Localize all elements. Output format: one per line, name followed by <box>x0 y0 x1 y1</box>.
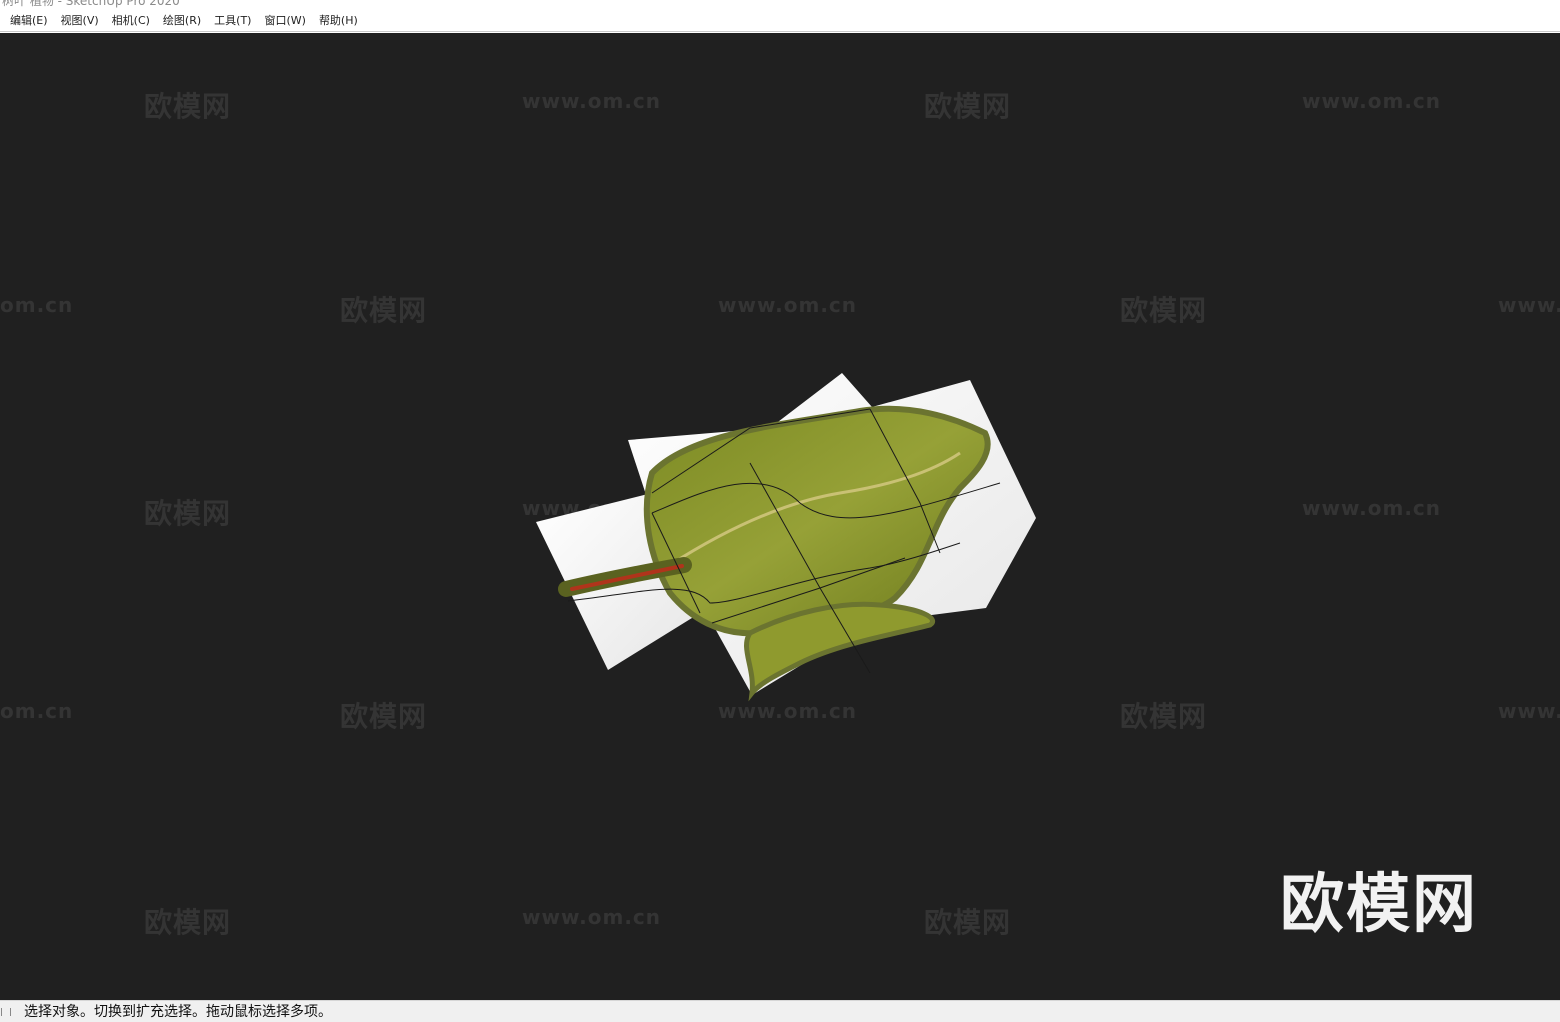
menu-camera[interactable]: 相机(C) <box>106 10 157 32</box>
status-bar: 选择对象。切换到扩充选择。拖动鼠标选择多项。 <box>0 1000 1560 1022</box>
status-indicator-icon <box>1 1007 4 1016</box>
status-separator-icon <box>10 1007 13 1016</box>
3d-viewport[interactable]: 欧模网 www.om.cn 欧模网 www.om.cn om.cn 欧模网 ww… <box>0 33 1560 1000</box>
menu-view[interactable]: 视图(V) <box>55 10 106 32</box>
logo: 欧模网 <box>1280 868 1478 942</box>
status-icons <box>0 1001 20 1022</box>
menu-bar: 编辑(E) 视图(V) 相机(C) 绘图(R) 工具(T) 窗口(W) 帮助(H… <box>0 10 1560 32</box>
title-bar: 树叶 植物 - SketchUp Pro 2020 <box>0 0 1560 10</box>
menu-edit[interactable]: 编辑(E) <box>4 10 55 32</box>
menu-tools[interactable]: 工具(T) <box>208 10 258 32</box>
sketchup-window: 树叶 植物 - SketchUp Pro 2020 编辑(E) 视图(V) 相机… <box>0 0 1560 1022</box>
window-title: 树叶 植物 - SketchUp Pro 2020 <box>2 0 180 8</box>
status-text: 选择对象。切换到扩充选择。拖动鼠标选择多项。 <box>24 1003 332 1020</box>
menu-draw[interactable]: 绘图(R) <box>157 10 208 32</box>
menu-help[interactable]: 帮助(H) <box>313 10 365 32</box>
menu-window[interactable]: 窗口(W) <box>258 10 312 32</box>
